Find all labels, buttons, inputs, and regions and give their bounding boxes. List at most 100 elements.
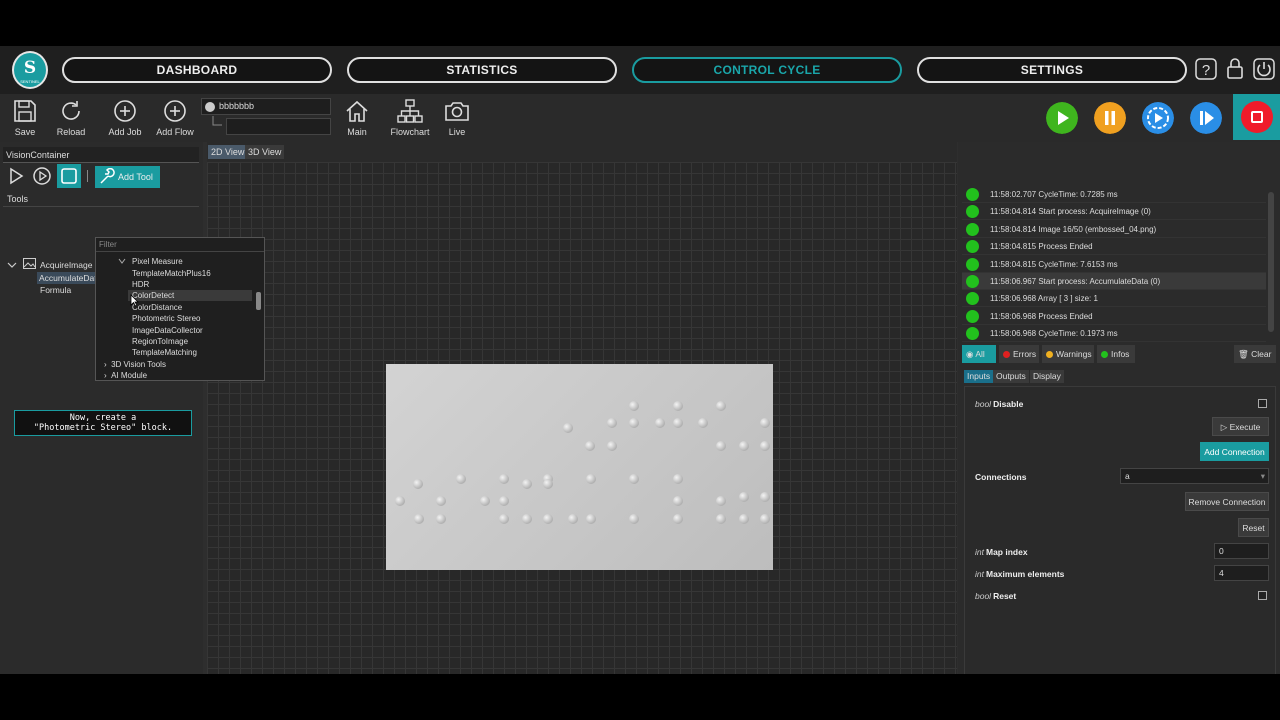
run-cycle-icon[interactable]	[32, 166, 52, 186]
tree-item-formula[interactable]: Formula	[40, 284, 71, 296]
tool-photometric-stereo[interactable]: Photometric Stereo	[132, 313, 200, 324]
tree-item-acquireimage[interactable]: AcquireImage	[40, 259, 92, 271]
tab-2d-view[interactable]: 2D View	[208, 145, 248, 159]
help-icon[interactable]: ?	[1193, 56, 1219, 82]
status-ok-icon	[966, 257, 979, 271]
tool-regiontoimage[interactable]: RegionToImage	[132, 336, 188, 347]
stop-tool-button[interactable]	[57, 164, 81, 188]
embossed-dot	[522, 479, 532, 489]
nav-dashboard[interactable]: DASHBOARD	[62, 57, 332, 83]
max-elements-input[interactable]: 4	[1214, 565, 1269, 581]
reload-button[interactable]: Reload	[46, 98, 96, 137]
log-row[interactable]: 11:58:04.814 Image 16/50 (embossed_04.pn…	[962, 221, 1266, 238]
lock-icon[interactable]	[1222, 56, 1248, 82]
log-scrollbar[interactable]	[1268, 188, 1274, 336]
vision-container-select[interactable]: VisionContainer	[3, 147, 199, 163]
tree-item-accumulatedata[interactable]: AccumulateData	[37, 272, 95, 284]
tool-colordetect[interactable]: ColorDetect	[128, 290, 252, 301]
add-connection-button[interactable]: Add Connection	[1200, 442, 1269, 461]
log-filter-warnings[interactable]: Warnings	[1042, 345, 1094, 363]
tab-display[interactable]: Display	[1030, 370, 1064, 383]
tab-3d-view[interactable]: 3D View	[245, 145, 285, 159]
tool-colordistance[interactable]: ColorDistance	[132, 302, 182, 313]
step-button[interactable]	[1190, 102, 1222, 134]
flowchart-button[interactable]: Flowchart	[385, 98, 435, 137]
embossed-image[interactable]	[386, 364, 773, 570]
pause-button[interactable]	[1094, 102, 1126, 134]
status-ok-icon	[966, 222, 979, 236]
log-filter-warnings-label: Warnings	[1056, 349, 1092, 359]
connections-select[interactable]: a ▾	[1120, 468, 1269, 484]
tool-pixel-measure[interactable]: Pixel Measure	[132, 256, 183, 267]
tool-filter-input[interactable]: Filter	[96, 238, 264, 252]
chevron-down-icon[interactable]	[118, 257, 126, 265]
log-filter-infos[interactable]: Infos	[1097, 345, 1135, 363]
tool-imagedatacollector[interactable]: ImageDataCollector	[132, 325, 203, 336]
tool-hdr[interactable]: HDR	[132, 279, 149, 290]
home-icon	[346, 100, 368, 122]
save-button[interactable]: Save	[0, 98, 50, 137]
status-ok-icon	[966, 240, 979, 254]
reset-button[interactable]: Reset	[1238, 518, 1269, 537]
execute-button[interactable]: ▷ Execute	[1212, 417, 1269, 436]
run-once-button[interactable]	[1142, 102, 1174, 134]
log-row[interactable]: 11:58:02.707 CycleTime: 0.7285 ms	[962, 186, 1266, 203]
tool-templatematchplus16[interactable]: TemplateMatchPlus16	[132, 268, 211, 279]
main-button[interactable]: Main	[332, 98, 382, 137]
add-flow-button[interactable]: Add Flow	[150, 98, 200, 137]
log-row[interactable]: 11:58:06.968 Array [ 3 ] size: 1	[962, 290, 1266, 308]
add-job-icon	[114, 100, 136, 122]
nav-statistics[interactable]: STATISTICS	[347, 57, 617, 83]
embossed-dot	[673, 418, 683, 428]
log-row[interactable]: 11:58:06.967 Start process: AccumulateDa…	[962, 273, 1266, 290]
dropdown-scrollbar[interactable]	[256, 254, 261, 378]
log-text: 11:58:02.707 CycleTime: 0.7285 ms	[990, 190, 1118, 199]
tool-templatematching[interactable]: TemplateMatching	[132, 347, 197, 358]
log-row[interactable]: 11:58:04.814 Start process: AcquireImage…	[962, 203, 1266, 221]
embossed-dot	[629, 474, 639, 484]
type-bool: bool	[975, 399, 992, 409]
log-clear-button[interactable]: 🗑 Clear	[1234, 345, 1276, 363]
connections-label: Connections	[975, 472, 1027, 482]
power-icon[interactable]	[1251, 56, 1277, 82]
log-row[interactable]: 11:58:06.968 Process Ended	[962, 308, 1266, 325]
log-row[interactable]: 11:58:04.815 CycleTime: 7.6153 ms	[962, 256, 1266, 273]
live-button[interactable]: Live	[432, 98, 482, 137]
group-ai-module[interactable]: › AI Module	[104, 370, 147, 381]
log-filter-all[interactable]: ◉ All	[962, 345, 996, 363]
info-dot-icon	[1101, 351, 1108, 358]
chevron-down-icon[interactable]	[7, 260, 17, 270]
properties-panel: bool Disable ▷ Execute Add Connection Con…	[964, 386, 1276, 674]
tab-outputs[interactable]: Outputs	[993, 370, 1029, 383]
disable-checkbox[interactable]	[1258, 399, 1267, 408]
map-index-input[interactable]: 0	[1214, 543, 1269, 559]
embossed-dot	[543, 479, 553, 489]
prop-reset-label: bool Reset	[975, 591, 1016, 601]
run-tool-icon[interactable]	[6, 166, 26, 186]
log-row[interactable]: 11:58:04.815 Process Ended	[962, 238, 1266, 256]
flowchart-icon	[397, 99, 423, 123]
log-text: 11:58:04.815 CycleTime: 7.6153 ms	[990, 259, 1118, 269]
stop-button[interactable]	[1233, 94, 1280, 140]
wrench-icon	[100, 168, 115, 184]
embossed-dot	[480, 496, 490, 506]
add-tool-button[interactable]: Add Tool	[95, 166, 160, 188]
reset-checkbox[interactable]	[1258, 591, 1267, 600]
warning-dot-icon	[1046, 351, 1053, 358]
embossed-dot	[563, 423, 573, 433]
flow-select[interactable]	[226, 118, 331, 135]
remove-connection-button[interactable]: Remove Connection	[1185, 492, 1269, 511]
log-row[interactable]: 11:58:06.968 CycleTime: 0.1973 ms	[962, 325, 1266, 343]
nav-control-cycle[interactable]: CONTROL CYCLE	[632, 57, 902, 83]
nav-settings[interactable]: SETTINGS	[917, 57, 1187, 83]
group-3d-vision-label: 3D Vision Tools	[111, 359, 166, 369]
job-select[interactable]: bbbbbbb	[201, 98, 331, 115]
log-filter-errors[interactable]: Errors	[999, 345, 1039, 363]
tree-branch-icon	[212, 116, 222, 126]
log-filter-all-label: All	[975, 349, 985, 359]
tab-inputs[interactable]: Inputs	[964, 370, 994, 383]
add-job-button[interactable]: Add Job	[100, 98, 150, 137]
play-button[interactable]	[1046, 102, 1078, 134]
group-3d-vision-tools[interactable]: › 3D Vision Tools	[104, 359, 166, 370]
embossed-dot	[607, 441, 617, 451]
